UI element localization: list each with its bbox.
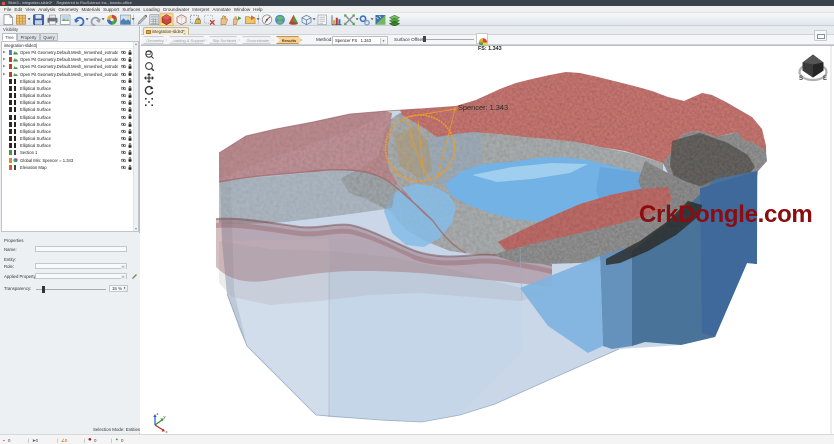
svg-text:S: S (799, 76, 803, 82)
svg-text:E: E (823, 76, 827, 82)
svg-text:y: y (164, 414, 166, 419)
svg-text:z: z (157, 411, 159, 416)
